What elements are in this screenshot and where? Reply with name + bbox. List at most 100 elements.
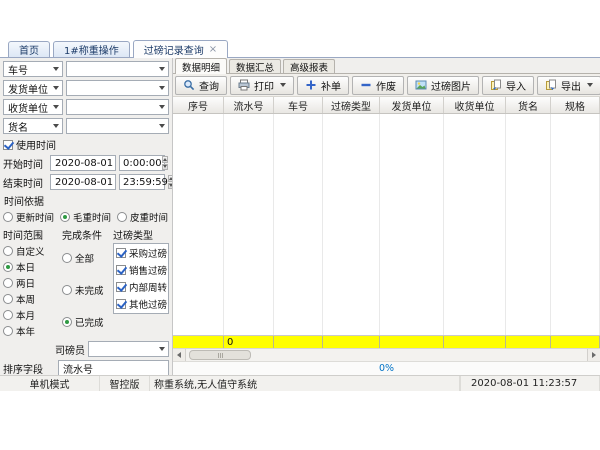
use-time-checkbox[interactable] bbox=[3, 140, 13, 150]
radio-gross-time[interactable]: 毛重时间 bbox=[60, 210, 111, 224]
filter-row-receiver: 收货单位 bbox=[3, 99, 169, 115]
column-header-shipper[interactable]: 发货单位 bbox=[380, 97, 444, 113]
filter-row-goods: 货名 bbox=[3, 118, 169, 134]
column-header-serial[interactable]: 流水号 bbox=[224, 97, 274, 113]
minus-icon bbox=[360, 79, 372, 91]
filter-field-select-vehicle[interactable]: 车号 bbox=[3, 61, 63, 77]
print-button[interactable]: 打印 bbox=[230, 76, 294, 95]
radio-all[interactable]: 全部 bbox=[62, 251, 110, 265]
filter-field-select-receiver[interactable]: 收货单位 bbox=[3, 99, 63, 115]
weigh-type-label: 过磅类型 bbox=[113, 227, 169, 242]
arrow-right-icon bbox=[592, 352, 596, 358]
weigh-type-group: 过磅类型 采购过磅 销售过磅 内部周转 其他过磅 bbox=[113, 227, 169, 338]
radio-icon bbox=[60, 212, 70, 222]
end-date-value: 2020-08-01 bbox=[55, 177, 113, 188]
print-icon bbox=[238, 79, 250, 91]
checkbox-icon bbox=[116, 299, 126, 309]
weigher-select[interactable] bbox=[88, 341, 169, 357]
weigh-type-list: 采购过磅 销售过磅 内部周转 其他过磅 bbox=[113, 243, 169, 314]
complete-status-group: 完成条件 全部 未完成 已完成 bbox=[62, 227, 110, 338]
start-date-value: 2020-08-01 bbox=[55, 158, 113, 169]
radio-tare-time[interactable]: 皮重时间 bbox=[117, 210, 168, 224]
tab-home[interactable]: 首页 bbox=[8, 41, 50, 57]
horizontal-scrollbar[interactable] bbox=[173, 348, 600, 361]
end-time-row: 结束时间 2020-08-01 23:59:59 bbox=[3, 174, 169, 190]
radio-this-week[interactable]: 本周 bbox=[3, 292, 59, 306]
end-date-picker[interactable]: 2020-08-01 bbox=[50, 174, 116, 190]
radio-today[interactable]: 本日 bbox=[3, 260, 59, 274]
tab-weigh-record-query[interactable]: 过磅记录查询 × bbox=[133, 40, 228, 58]
data-toolbar: 查询 打印 补单 作废 过磅图片 bbox=[173, 74, 600, 97]
tab-weigh-operation[interactable]: 1#称重操作 bbox=[53, 41, 130, 57]
spin-up-icon bbox=[163, 158, 167, 161]
scroll-right-button[interactable] bbox=[587, 349, 600, 361]
status-mode: 单机模式 bbox=[0, 376, 100, 391]
spinner-buttons[interactable] bbox=[162, 156, 168, 170]
column-header-weigh-type[interactable]: 过磅类型 bbox=[323, 97, 380, 113]
sort-field-input[interactable]: 流水号 bbox=[58, 360, 169, 375]
data-panel: 数据明细 数据汇总 高级报表 查询 打印 bbox=[173, 58, 600, 375]
radio-icon bbox=[3, 294, 13, 304]
time-range-label: 时间范围 bbox=[3, 227, 59, 242]
end-time-spinner[interactable]: 23:59:59 bbox=[119, 174, 165, 190]
radio-icon bbox=[62, 253, 72, 263]
weigh-photo-button[interactable]: 过磅图片 bbox=[407, 76, 479, 95]
tab-advanced-report[interactable]: 高级报表 bbox=[283, 59, 335, 73]
filter-field-select-shipper[interactable]: 发货单位 bbox=[3, 80, 63, 96]
column-header-vehicle[interactable]: 车号 bbox=[274, 97, 323, 113]
records-grid: 序号 流水号 车号 过磅类型 发货单位 收货单位 货名 规格 bbox=[173, 97, 600, 375]
void-button[interactable]: 作废 bbox=[352, 76, 404, 95]
tab-data-detail[interactable]: 数据明细 bbox=[175, 58, 227, 74]
time-basis-label: 时间依据 bbox=[4, 193, 169, 208]
checkbox-internal-transfer[interactable]: 内部周转 bbox=[116, 280, 167, 294]
import-icon bbox=[490, 79, 502, 91]
radio-icon bbox=[3, 278, 13, 288]
chevron-down-icon bbox=[159, 67, 165, 71]
filter-value-select-shipper[interactable] bbox=[66, 80, 169, 96]
column-header-goods[interactable]: 货名 bbox=[506, 97, 551, 113]
checkbox-icon bbox=[116, 265, 126, 275]
start-date-picker[interactable]: 2020-08-01 bbox=[50, 155, 116, 171]
radio-this-month[interactable]: 本月 bbox=[3, 308, 59, 322]
radio-icon bbox=[3, 212, 13, 222]
chevron-down-icon bbox=[53, 86, 59, 90]
chevron-down-icon bbox=[587, 83, 593, 87]
start-time-row: 开始时间 2020-08-01 0:00:00 bbox=[3, 155, 169, 171]
chevron-down-icon bbox=[159, 347, 165, 351]
time-range-group: 时间范围 自定义 本日 两日 本周 本月 本年 bbox=[3, 227, 59, 338]
main-tab-bar: 首页 1#称重操作 过磅记录查询 × bbox=[0, 40, 600, 58]
filter-row-shipper: 发货单位 bbox=[3, 80, 169, 96]
radio-two-days[interactable]: 两日 bbox=[3, 276, 59, 290]
column-header-receiver[interactable]: 收货单位 bbox=[444, 97, 506, 113]
close-tab-icon[interactable]: × bbox=[209, 44, 217, 55]
radio-completed[interactable]: 已完成 bbox=[62, 315, 110, 329]
radio-icon bbox=[117, 212, 127, 222]
radio-update-time[interactable]: 更新时间 bbox=[3, 210, 54, 224]
column-header-spec[interactable]: 规格 bbox=[551, 97, 600, 113]
column-header-seq[interactable]: 序号 bbox=[173, 97, 224, 113]
filter-value-select-vehicle[interactable] bbox=[66, 61, 169, 77]
filter-field-select-goods[interactable]: 货名 bbox=[3, 118, 63, 134]
radio-icon bbox=[3, 310, 13, 320]
filter-value-select-goods[interactable] bbox=[66, 118, 169, 134]
scroll-left-button[interactable] bbox=[173, 349, 186, 361]
weigher-row: 司磅员 bbox=[3, 341, 169, 357]
checkbox-purchase-weigh[interactable]: 采购过磅 bbox=[116, 246, 167, 260]
scrollbar-thumb[interactable] bbox=[189, 350, 251, 360]
checkbox-sale-weigh[interactable]: 销售过磅 bbox=[116, 263, 167, 277]
start-time-spinner[interactable]: 0:00:00 bbox=[119, 155, 165, 171]
checkbox-icon bbox=[116, 282, 126, 292]
radio-custom-range[interactable]: 自定义 bbox=[3, 244, 59, 258]
checkbox-other-weigh[interactable]: 其他过磅 bbox=[116, 297, 167, 311]
export-button[interactable]: 导出 bbox=[537, 76, 600, 95]
tab-data-summary[interactable]: 数据汇总 bbox=[229, 59, 281, 73]
end-time-value: 23:59:59 bbox=[123, 177, 168, 188]
radio-incomplete[interactable]: 未完成 bbox=[62, 283, 110, 297]
sort-field-label: 排序字段 bbox=[3, 361, 55, 376]
filter-value-select-receiver[interactable] bbox=[66, 99, 169, 115]
filter-row-vehicle: 车号 bbox=[3, 61, 169, 77]
radio-this-year[interactable]: 本年 bbox=[3, 324, 59, 338]
query-button[interactable]: 查询 bbox=[175, 76, 227, 95]
supplement-order-button[interactable]: 补单 bbox=[297, 76, 349, 95]
import-button[interactable]: 导入 bbox=[482, 76, 534, 95]
